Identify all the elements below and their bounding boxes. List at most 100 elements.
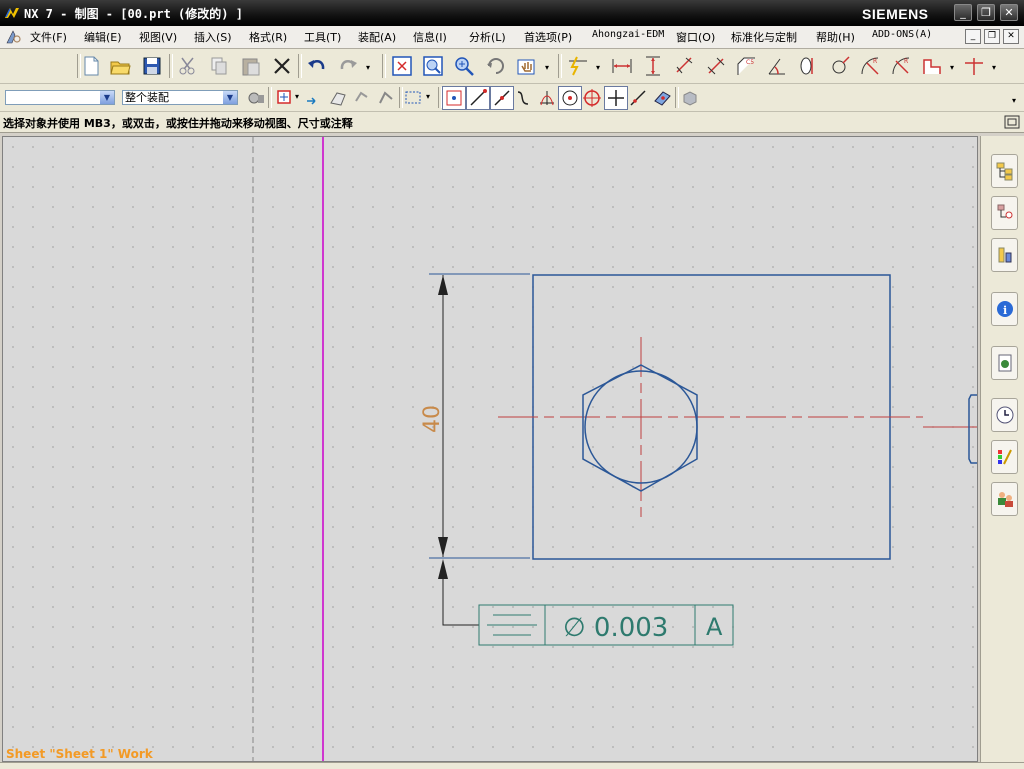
cut-button[interactable]	[176, 54, 200, 78]
zoom-button[interactable]	[452, 54, 476, 78]
select-curve-button[interactable]	[302, 86, 326, 110]
menu-standardization[interactable]: 标准化与定制	[731, 29, 797, 45]
open-folder-icon	[110, 61, 131, 75]
command-finder-icon[interactable]	[5, 29, 23, 45]
chevron-down-icon[interactable]: ▾	[545, 63, 549, 72]
vertical-dimension-button[interactable]	[641, 54, 665, 78]
menu-preferences[interactable]: 首选项(P)	[524, 29, 572, 45]
snap-existing-point-button[interactable]	[604, 86, 628, 110]
snap-midpoint-button[interactable]	[490, 86, 514, 110]
assembly-navigator-tab[interactable]	[991, 196, 1018, 230]
menu-assembly[interactable]: 装配(A)	[358, 29, 396, 45]
standard-toolbar: 开始 ▾ ▾ ▾	[0, 49, 1024, 124]
perpendicular-dimension-button[interactable]	[704, 54, 728, 78]
fit-view-button[interactable]	[390, 54, 414, 78]
system-materials-tab[interactable]	[991, 440, 1018, 474]
rotate-button[interactable]	[484, 54, 508, 78]
open-file-button[interactable]	[108, 54, 132, 78]
menu-file[interactable]: 文件(F)	[30, 29, 67, 45]
snap-line-button[interactable]	[466, 86, 490, 110]
zoom-window-button[interactable]	[421, 54, 445, 78]
snap-point-on-curve-button[interactable]	[626, 86, 650, 110]
menu-help[interactable]: 帮助(H)	[816, 29, 855, 45]
close-button[interactable]: ✕	[1000, 4, 1018, 21]
web-browser-tab[interactable]: i	[991, 292, 1018, 326]
pan-button[interactable]	[515, 54, 539, 78]
snap-arc-center-button[interactable]	[558, 86, 582, 110]
copy-button[interactable]	[207, 54, 231, 78]
angular-dimension-button[interactable]	[765, 54, 789, 78]
roles-tab[interactable]	[991, 482, 1018, 516]
snap-quadrant-button[interactable]	[580, 86, 604, 110]
type-filter-select[interactable]: ▼	[5, 90, 115, 105]
menu-addons[interactable]: ADD-ONS(A)	[872, 29, 932, 40]
orient-dimension-button[interactable]	[962, 54, 986, 78]
snap-intersection-button[interactable]	[535, 86, 559, 110]
snap-control-button[interactable]	[512, 86, 536, 110]
menu-analysis[interactable]: 分析(L)	[469, 29, 506, 45]
menu-view[interactable]: 视图(V)	[139, 29, 177, 45]
hexagon-nut-outline[interactable]	[582, 364, 698, 492]
selection-scope-select[interactable]: 整个装配 ▼	[122, 90, 238, 105]
brand-logo: SIEMENS	[862, 6, 929, 22]
drawing-svg: 40 ∅ 0.003 A	[252, 137, 977, 761]
menu-edit[interactable]: 编辑(E)	[84, 29, 122, 45]
chevron-down-icon[interactable]: ▾	[596, 63, 600, 72]
menu-insert[interactable]: 插入(S)	[194, 29, 232, 45]
undo-icon	[308, 60, 325, 70]
ordinate-dimension-button[interactable]	[920, 54, 944, 78]
minimize-button[interactable]: _	[954, 4, 972, 21]
chevron-down-icon[interactable]: ▾	[426, 92, 430, 101]
history-palette-tab[interactable]	[991, 346, 1018, 380]
pan-hand-icon	[517, 59, 535, 75]
paste-button[interactable]	[239, 54, 263, 78]
menu-ahongzai-edm[interactable]: Ahongzai-EDM	[592, 29, 664, 40]
radius-to-center-button[interactable]: R	[889, 54, 913, 78]
doc-restore-button[interactable]: ❐	[984, 29, 1000, 44]
parallel-dimension-button[interactable]	[673, 54, 697, 78]
menu-format[interactable]: 格式(R)	[249, 29, 287, 45]
redo-button[interactable]	[336, 54, 360, 78]
horizontal-dimension-button[interactable]	[610, 54, 634, 78]
dimension-value-text[interactable]: 40	[420, 405, 445, 433]
chevron-down-icon[interactable]: ▾	[1012, 96, 1016, 105]
menu-window[interactable]: 窗口(O)	[676, 29, 715, 45]
lightning-dimension-icon	[569, 56, 587, 76]
constraint-navigator-tab[interactable]	[991, 238, 1018, 272]
drawing-canvas[interactable]: 40 ∅ 0.003 A	[2, 136, 978, 762]
selection-lock-button[interactable]	[244, 86, 268, 110]
save-button[interactable]	[140, 54, 164, 78]
select-face-button[interactable]	[326, 86, 350, 110]
chevron-down-icon[interactable]: ▾	[366, 63, 370, 72]
part-navigator-tab[interactable]	[991, 154, 1018, 188]
chevron-down-icon[interactable]: ▾	[950, 63, 954, 72]
render-style-button[interactable]	[678, 86, 702, 110]
select-feature-button[interactable]	[350, 86, 374, 110]
quick-dimension-button[interactable]	[566, 54, 590, 78]
select-body-button[interactable]	[374, 86, 398, 110]
cylindrical-dimension-button[interactable]	[797, 54, 821, 78]
rectangle-select-button[interactable]	[401, 86, 425, 110]
snap-endpoint-button[interactable]	[442, 86, 466, 110]
radius-dimension-icon: R	[861, 57, 879, 75]
menu-info[interactable]: 信息(I)	[413, 29, 447, 45]
cube-icon	[683, 91, 697, 106]
delete-button[interactable]	[270, 54, 294, 78]
snap-point-on-face-button[interactable]	[650, 86, 674, 110]
history-tab[interactable]	[991, 398, 1018, 432]
snap-point-button[interactable]	[273, 86, 297, 110]
feature-control-frame[interactable]: ∅ 0.003 A	[478, 604, 734, 646]
hole-dimension-button[interactable]	[828, 54, 852, 78]
chevron-down-icon[interactable]: ▾	[295, 92, 299, 101]
undo-button[interactable]	[305, 54, 329, 78]
midpoint-snap-icon	[494, 90, 510, 106]
chamfer-dimension-button[interactable]: C5	[734, 54, 758, 78]
restore-button[interactable]: ❐	[977, 4, 995, 21]
new-file-button[interactable]	[79, 54, 103, 78]
menu-tools[interactable]: 工具(T)	[304, 29, 341, 45]
chevron-down-icon[interactable]: ▾	[992, 63, 996, 72]
doc-close-button[interactable]: ✕	[1003, 29, 1019, 44]
radius-dimension-button[interactable]: R	[858, 54, 882, 78]
fit-sheet-icon[interactable]	[1004, 115, 1020, 129]
doc-minimize-button[interactable]: _	[965, 29, 981, 44]
